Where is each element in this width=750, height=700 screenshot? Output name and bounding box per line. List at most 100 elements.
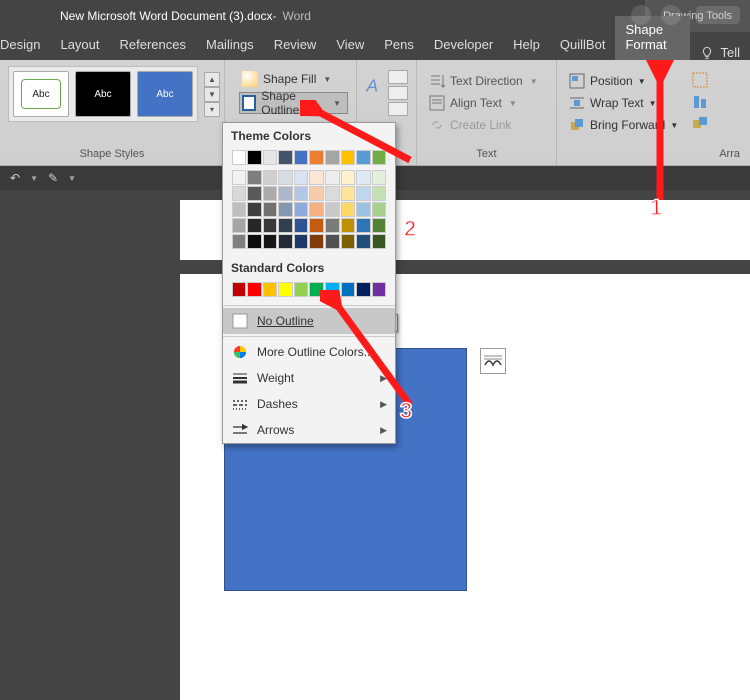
no-outline-item[interactable]: No Outline: [223, 308, 395, 334]
color-swatch[interactable]: [278, 282, 293, 297]
color-swatch[interactable]: [278, 186, 293, 201]
more-outline-colors-item[interactable]: More Outline Colors...: [223, 339, 395, 365]
tab-pens[interactable]: Pens: [374, 31, 424, 60]
tab-mailings[interactable]: Mailings: [196, 31, 264, 60]
tab-developer[interactable]: Developer: [424, 31, 503, 60]
color-swatch[interactable]: [294, 202, 309, 217]
color-swatch[interactable]: [309, 150, 324, 165]
color-swatch[interactable]: [372, 186, 387, 201]
color-swatch[interactable]: [247, 170, 262, 185]
color-swatch[interactable]: [356, 234, 371, 249]
color-swatch[interactable]: [372, 218, 387, 233]
dashes-item[interactable]: Dashes ▶: [223, 391, 395, 417]
color-swatch[interactable]: [263, 150, 278, 165]
shape-fill-button[interactable]: Shape Fill ▼: [239, 68, 348, 90]
color-swatch[interactable]: [356, 218, 371, 233]
color-swatch[interactable]: [232, 186, 247, 201]
color-swatch[interactable]: [263, 282, 278, 297]
color-swatch[interactable]: [263, 186, 278, 201]
color-swatch[interactable]: [372, 170, 387, 185]
color-swatch[interactable]: [294, 170, 309, 185]
color-swatch[interactable]: [294, 186, 309, 201]
wrap-text-button[interactable]: Wrap Text▼: [565, 92, 682, 114]
color-swatch[interactable]: [263, 202, 278, 217]
color-swatch[interactable]: [356, 282, 371, 297]
color-swatch[interactable]: [325, 218, 340, 233]
color-swatch[interactable]: [247, 282, 262, 297]
tab-design[interactable]: Design: [0, 31, 50, 60]
color-swatch[interactable]: [309, 170, 324, 185]
color-swatch[interactable]: [294, 150, 309, 165]
wordart-icon[interactable]: A: [365, 70, 384, 104]
color-swatch[interactable]: [309, 218, 324, 233]
color-swatch[interactable]: [341, 218, 356, 233]
color-swatch[interactable]: [309, 282, 324, 297]
tab-references[interactable]: References: [110, 31, 196, 60]
color-swatch[interactable]: [341, 234, 356, 249]
shape-style-more[interactable]: ▾: [204, 102, 220, 117]
color-swatch[interactable]: [372, 202, 387, 217]
align-icon[interactable]: [692, 94, 708, 110]
color-swatch[interactable]: [356, 150, 371, 165]
color-swatch[interactable]: [372, 234, 387, 249]
color-swatch[interactable]: [372, 282, 387, 297]
color-swatch[interactable]: [278, 170, 293, 185]
tab-layout[interactable]: Layout: [50, 31, 109, 60]
tab-quillbot[interactable]: QuillBot: [550, 31, 616, 60]
color-swatch[interactable]: [247, 186, 262, 201]
tell-me[interactable]: Tell: [690, 45, 750, 60]
color-swatch[interactable]: [232, 202, 247, 217]
text-direction-button[interactable]: Text Direction▼: [425, 70, 548, 92]
color-swatch[interactable]: [325, 282, 340, 297]
color-swatch[interactable]: [294, 234, 309, 249]
bring-forward-button[interactable]: Bring Forward▼: [565, 114, 682, 136]
color-swatch[interactable]: [325, 150, 340, 165]
color-swatch[interactable]: [325, 234, 340, 249]
shape-outline-button[interactable]: Shape Outline ▼: [239, 92, 348, 114]
wordart-more[interactable]: [388, 102, 408, 116]
color-swatch[interactable]: [309, 234, 324, 249]
color-swatch[interactable]: [232, 170, 247, 185]
color-swatch[interactable]: [294, 218, 309, 233]
color-swatch[interactable]: [263, 218, 278, 233]
align-text-button[interactable]: Align Text▼: [425, 92, 548, 114]
color-swatch[interactable]: [356, 170, 371, 185]
color-swatch[interactable]: [247, 150, 262, 165]
color-swatch[interactable]: [278, 218, 293, 233]
wordart-down[interactable]: [388, 86, 408, 100]
color-swatch[interactable]: [356, 186, 371, 201]
color-swatch[interactable]: [341, 170, 356, 185]
color-swatch[interactable]: [278, 234, 293, 249]
color-swatch[interactable]: [247, 234, 262, 249]
undo-button[interactable]: ↶: [10, 171, 20, 185]
arrows-item[interactable]: Arrows ▶: [223, 417, 395, 443]
shape-style-down[interactable]: ▼: [204, 87, 220, 102]
color-swatch[interactable]: [372, 150, 387, 165]
color-swatch[interactable]: [232, 282, 247, 297]
color-swatch[interactable]: [309, 202, 324, 217]
tab-review[interactable]: Review: [264, 31, 327, 60]
color-swatch[interactable]: [278, 202, 293, 217]
color-swatch[interactable]: [247, 202, 262, 217]
wordart-up[interactable]: [388, 70, 408, 84]
color-swatch[interactable]: [341, 282, 356, 297]
color-swatch[interactable]: [263, 170, 278, 185]
color-swatch[interactable]: [325, 186, 340, 201]
shape-style-3[interactable]: Abc: [137, 71, 193, 117]
selection-pane-icon[interactable]: [692, 72, 708, 88]
shape-style-up[interactable]: ▲: [204, 72, 220, 87]
color-swatch[interactable]: [263, 234, 278, 249]
color-swatch[interactable]: [232, 218, 247, 233]
layout-options-button[interactable]: [480, 348, 506, 374]
color-swatch[interactable]: [232, 234, 247, 249]
color-swatch[interactable]: [341, 202, 356, 217]
qat-more[interactable]: ▼: [68, 174, 76, 183]
color-swatch[interactable]: [309, 186, 324, 201]
format-painter-button[interactable]: ✎: [48, 171, 58, 185]
color-swatch[interactable]: [278, 150, 293, 165]
tab-help[interactable]: Help: [503, 31, 550, 60]
color-swatch[interactable]: [294, 282, 309, 297]
color-swatch[interactable]: [341, 150, 356, 165]
color-swatch[interactable]: [247, 218, 262, 233]
color-swatch[interactable]: [356, 202, 371, 217]
